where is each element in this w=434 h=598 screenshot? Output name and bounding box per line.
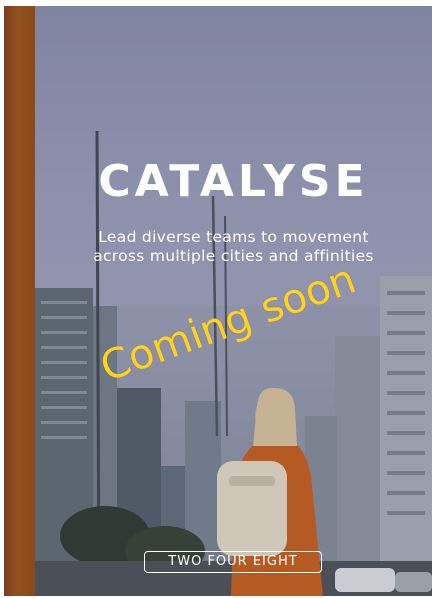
book-title: CATALYSE — [98, 156, 369, 207]
subtitle-line-2: across multiple cities and affinities — [93, 247, 374, 265]
book-spine — [4, 6, 35, 596]
book-cover: CATALYSE Lead diverse teams to movement … — [4, 6, 432, 596]
publisher-badge: TWO FOUR EIGHT — [144, 551, 322, 573]
subtitle-line-1: Lead diverse teams to movement — [98, 228, 369, 246]
book-subtitle: Lead diverse teams to movement across mu… — [35, 228, 432, 266]
